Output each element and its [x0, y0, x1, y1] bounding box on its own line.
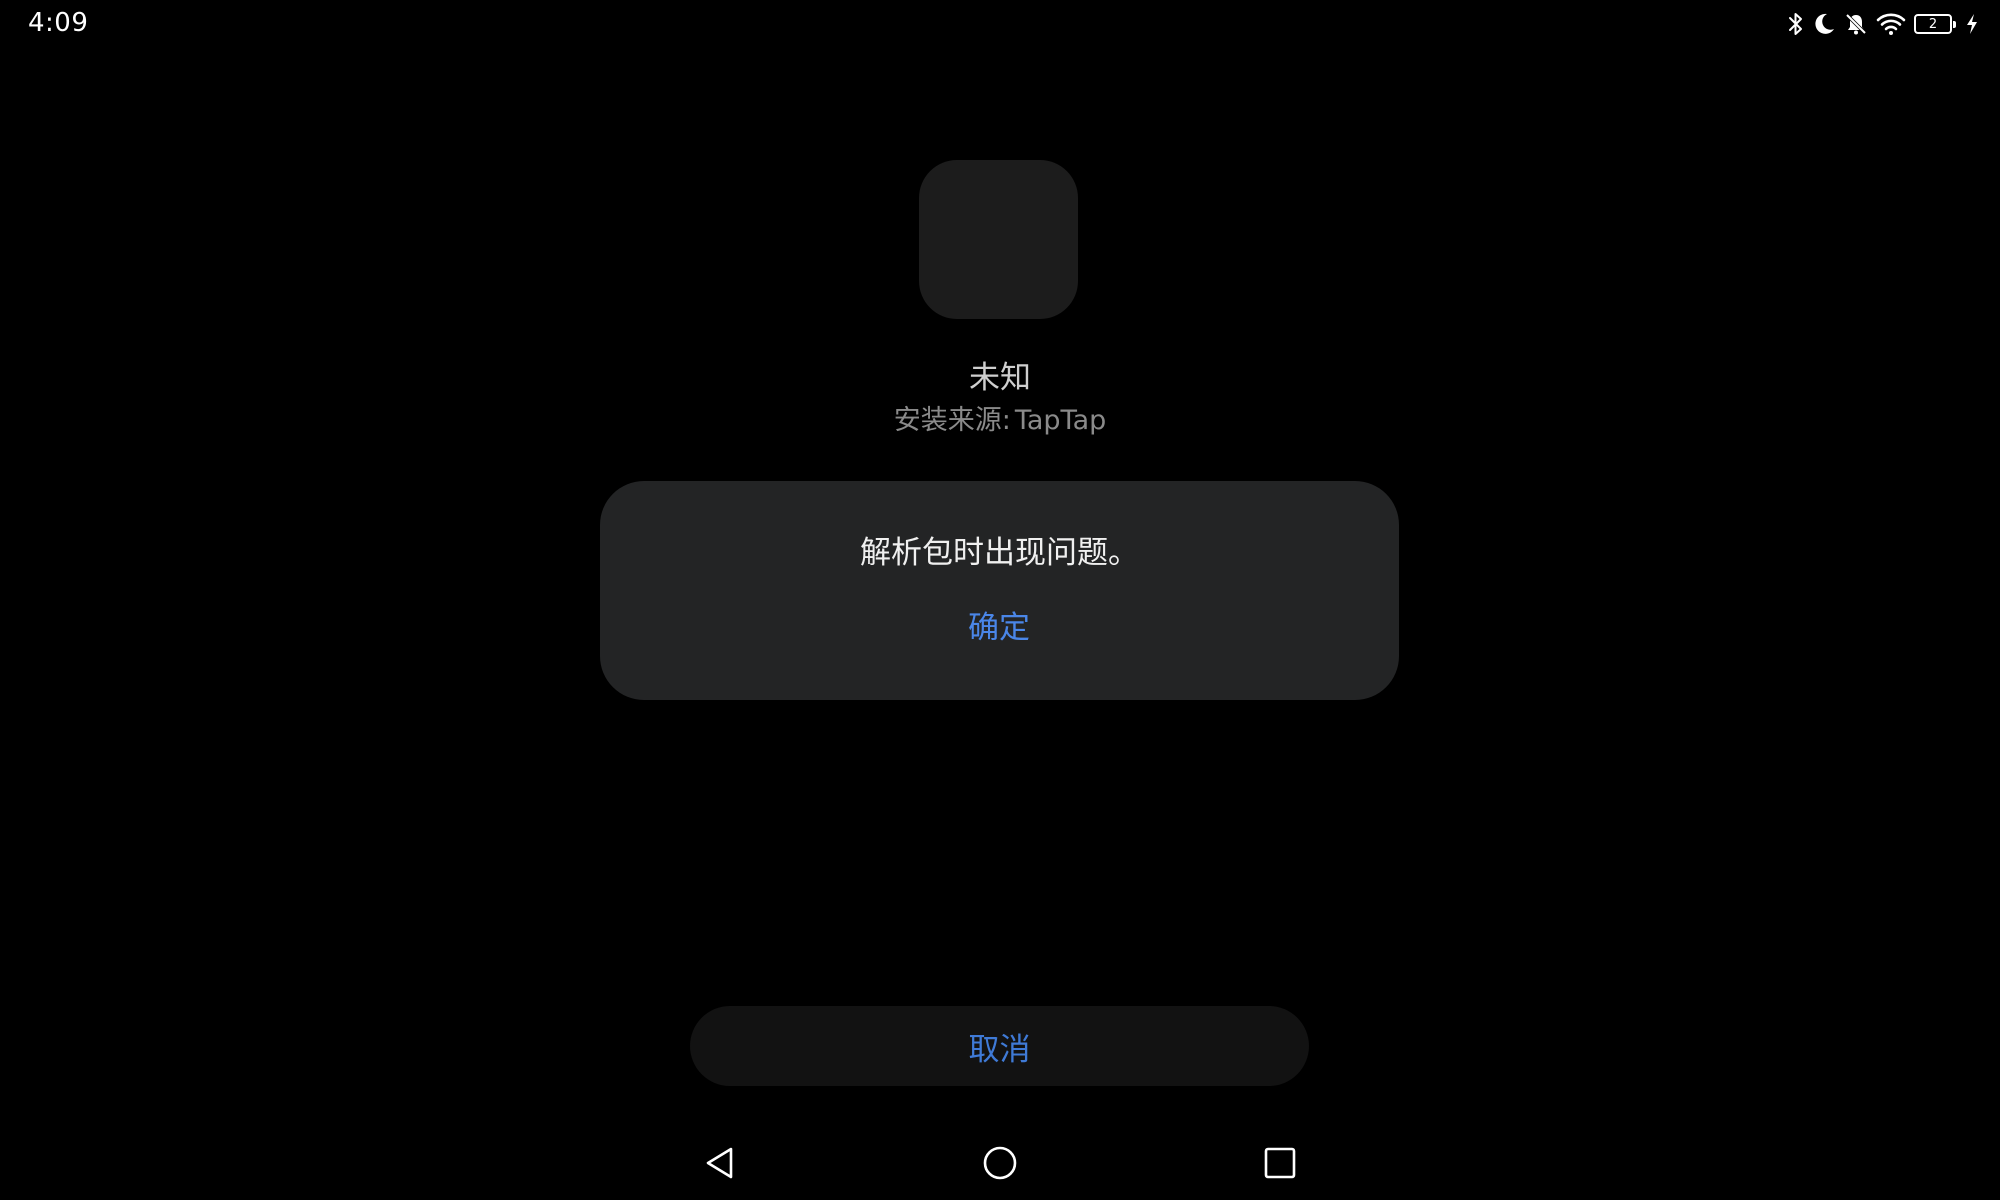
wifi-icon	[1876, 12, 1906, 36]
battery-icon: 2	[1914, 14, 1956, 34]
app-name: 未知	[969, 360, 1031, 396]
bell-muted-icon	[1844, 12, 1868, 36]
status-bar: 4:09 2	[0, 0, 2000, 50]
navigation-bar	[0, 1135, 2000, 1195]
screen: 4:09 2 未知 安装来源: TapTap 解析包时出现问题。 确定 取消	[0, 0, 2000, 1200]
back-button[interactable]	[690, 1135, 750, 1195]
confirm-button[interactable]: 确定	[899, 603, 1099, 653]
install-source-label: 安装来源:	[893, 405, 1011, 436]
recents-button[interactable]	[1250, 1135, 1310, 1195]
recents-icon	[1263, 1146, 1297, 1184]
home-icon	[982, 1145, 1018, 1185]
back-icon	[703, 1145, 737, 1185]
battery-level: 2	[1928, 16, 1938, 32]
status-time: 4:09	[28, 8, 89, 38]
dialog-message: 解析包时出现问题。	[860, 535, 1139, 571]
do-not-disturb-moon-icon	[1812, 12, 1836, 36]
status-icons: 2	[1788, 10, 1978, 38]
install-source: 安装来源: TapTap	[0, 398, 2000, 437]
cancel-button[interactable]: 取消	[690, 1006, 1309, 1086]
charging-bolt-icon	[1966, 13, 1978, 35]
app-icon-placeholder	[919, 160, 1078, 319]
bluetooth-icon	[1788, 11, 1804, 37]
home-button[interactable]	[970, 1135, 1030, 1195]
install-source-value: TapTap	[1014, 405, 1107, 436]
error-dialog: 解析包时出现问题。 确定	[600, 481, 1399, 700]
